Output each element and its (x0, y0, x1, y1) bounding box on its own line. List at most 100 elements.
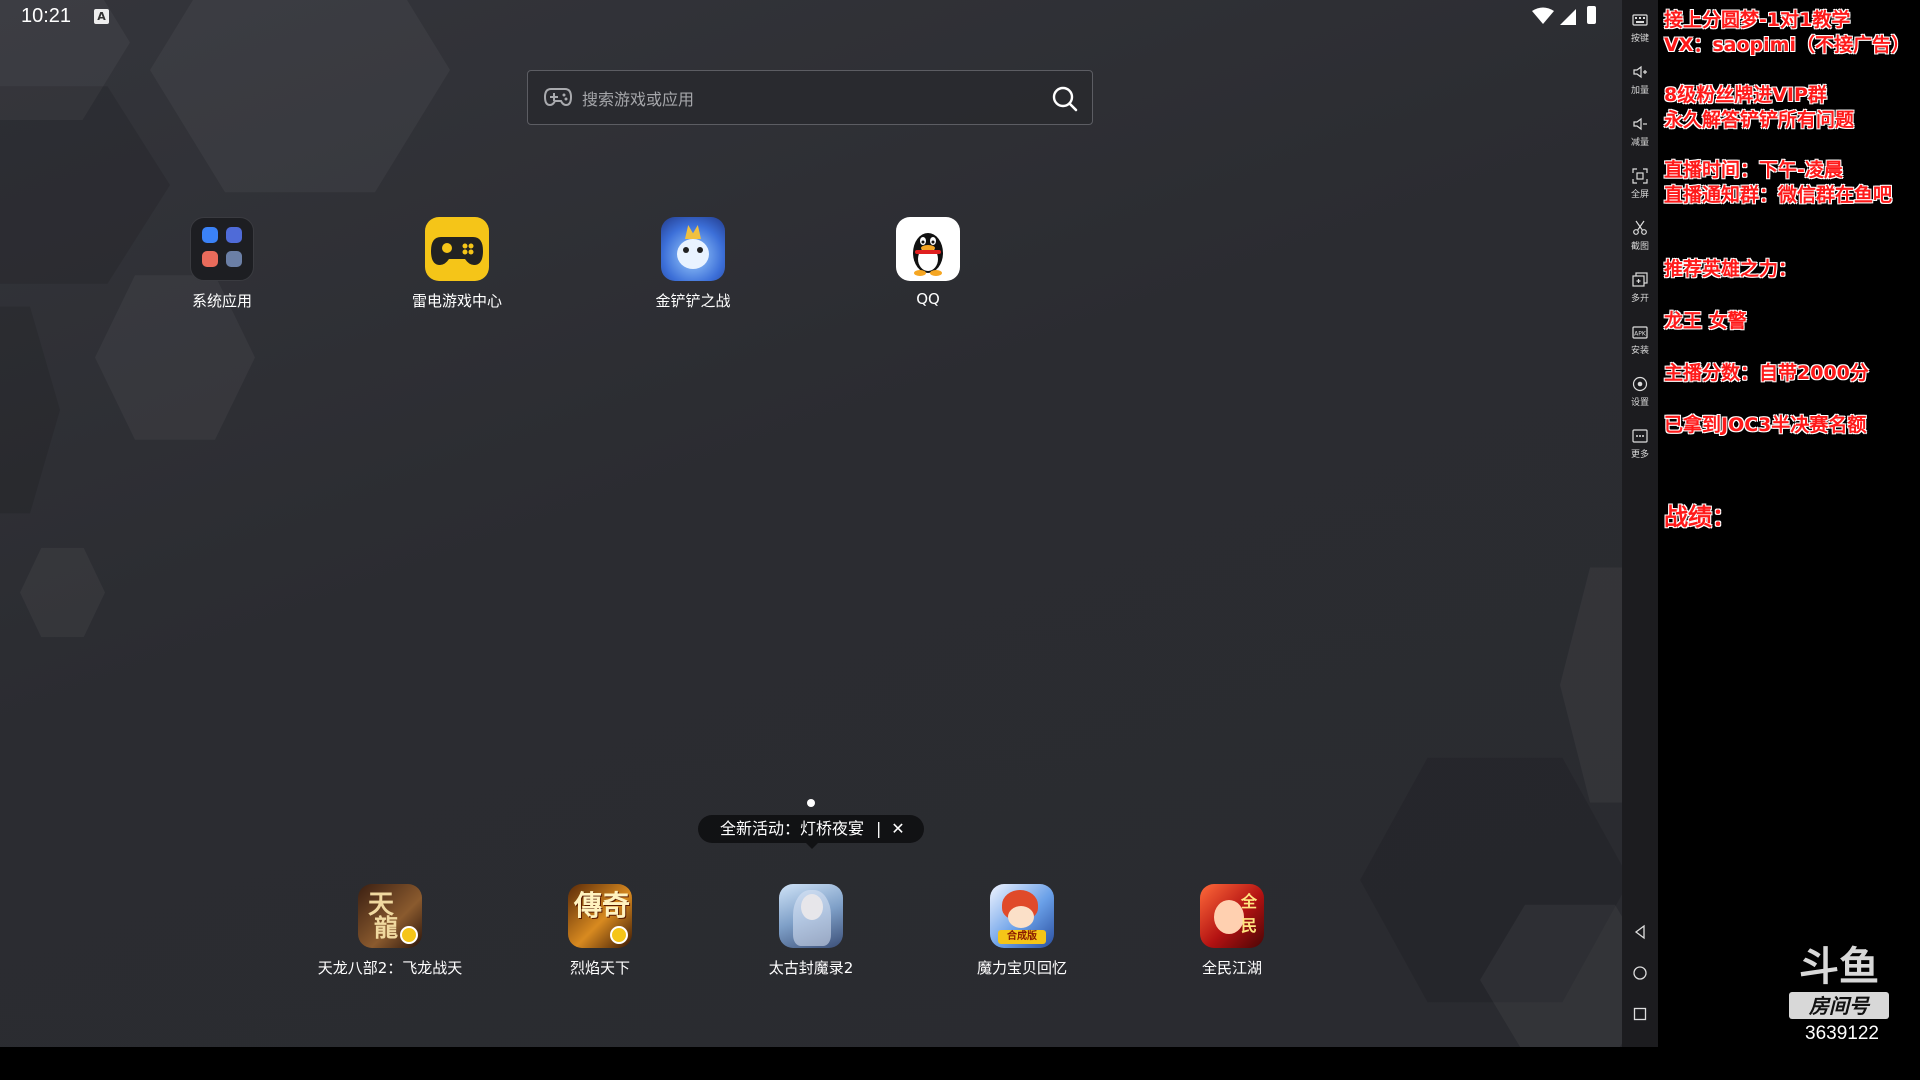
settings-icon (1632, 376, 1648, 392)
app-label: 雷电游戏中心 (411, 292, 502, 310)
app-system-apps[interactable]: 系统应用 (132, 217, 312, 311)
battery-icon (1587, 6, 1596, 24)
scissors-icon (1633, 220, 1647, 235)
recents-icon (1633, 1007, 1647, 1021)
douyu-logo: 斗鱼 房间号 (1789, 944, 1889, 1019)
page-indicator-dot (807, 799, 815, 807)
toolbar-label: 减量 (1630, 138, 1649, 148)
status-time: 10:21 (21, 5, 72, 27)
game-center-icon (425, 217, 489, 281)
home-icon (1633, 966, 1647, 980)
overlay-text-line: 推荐英雄之力： (1664, 258, 1798, 280)
moli-badge: 合成版 (998, 930, 1046, 944)
moli-icon: 合成版 (990, 884, 1054, 948)
app-label: 金铲铲之战 (655, 292, 731, 310)
dock-app-lieyan[interactable]: 傳奇 烈焰天下 (510, 884, 690, 978)
nav-home-button[interactable] (1622, 965, 1658, 985)
app-label: QQ (916, 290, 940, 308)
search-bar[interactable] (527, 70, 1093, 125)
overlay-text-line: VX：saopimi（不接广告） (1664, 34, 1910, 56)
toolbar-label: 更多 (1630, 450, 1649, 460)
lieyan-icon-text: 傳奇 (574, 889, 631, 922)
toolbar-screenshot-button[interactable]: 截图 (1622, 220, 1658, 252)
dock-app-quanmin[interactable]: 全民 全民江湖 (1142, 884, 1322, 978)
promo-separator: | (876, 819, 882, 838)
overlay-text-line: 8级粉丝牌进VIP群 (1664, 84, 1827, 106)
system-apps-folder-icon (190, 217, 254, 281)
toolbar-fullscreen-button[interactable]: 全屏 (1622, 168, 1658, 200)
app-label: 魔力宝贝回忆 (976, 959, 1067, 977)
toolbar-label: 按键 (1630, 34, 1649, 44)
lieyan-icon: 傳奇 (568, 884, 632, 948)
fullscreen-icon (1632, 168, 1648, 184)
overlay-text-line: 直播通知群：微信群在鱼吧 (1664, 184, 1893, 206)
dock-app-tianlong[interactable]: 天 龍 天龙八部2：飞龙战天 (300, 884, 480, 978)
qq-penguin-icon (896, 217, 960, 281)
more-icon (1632, 429, 1648, 443)
quanmin-icon: 全民 (1200, 884, 1264, 948)
toolbar-volume-up-button[interactable]: 加量 (1622, 64, 1658, 96)
room-number: 3639122 (1805, 1023, 1879, 1044)
app-game-center[interactable]: 雷电游戏中心 (367, 217, 547, 311)
wifi-icon (1532, 7, 1554, 24)
overlay-text-line: 已拿到JOC3半决赛名额 (1664, 414, 1867, 436)
promo-close-icon[interactable]: ✕ (888, 815, 908, 843)
toolbar-label: 截图 (1630, 242, 1649, 252)
signal-icon (1560, 9, 1576, 25)
emulator-toolbar: 按键 加量 减量 全屏 截图 多开 APK 安装 设置 更多 (1622, 0, 1658, 1047)
volume-down-icon (1633, 117, 1647, 131)
overlay-text-line: 接上分圆梦-1对1教学 (1664, 9, 1851, 31)
promo-bubble[interactable]: 全新活动：灯桥夜宴 | ✕ (698, 815, 924, 843)
toolbar-label: 多开 (1630, 294, 1649, 304)
toolbar-keymap-button[interactable]: 按键 (1622, 12, 1658, 44)
promo-bubble-tail (806, 843, 818, 849)
search-input[interactable] (580, 85, 1024, 113)
dock-app-taigu[interactable]: 太古封魔录2 (721, 884, 901, 978)
svg-text:APK: APK (1634, 331, 1647, 338)
overlay-text-line: 龙王 女警 (1664, 310, 1747, 332)
taigu-icon (779, 884, 843, 948)
emulator-screen: 10:21 A 系统应用 (0, 0, 1622, 1047)
app-label: 天龙八部2：飞龙战天 (317, 959, 463, 977)
quanmin-icon-text: 全民 (1240, 892, 1257, 935)
toolbar-label: 全屏 (1630, 190, 1649, 200)
multi-instance-icon (1632, 272, 1648, 287)
app-label: 太古封魔录2 (768, 959, 854, 977)
app-label: 全民江湖 (1201, 959, 1262, 977)
toolbar-label: 设置 (1630, 398, 1649, 408)
app-label: 系统应用 (191, 292, 252, 310)
bottom-black-bar (0, 1047, 1920, 1080)
douyu-room-label: 房间号 (1808, 994, 1871, 1018)
app-label: 烈焰天下 (569, 959, 630, 977)
toolbar-settings-button[interactable]: 设置 (1622, 376, 1658, 408)
dock-app-moli[interactable]: 合成版 魔力宝贝回忆 (932, 884, 1112, 978)
search-icon[interactable] (1051, 85, 1079, 113)
bg-hexagon (20, 547, 105, 638)
tft-game-icon (661, 217, 725, 281)
status-bar: 10:21 A (0, 0, 1622, 34)
toolbar-install-apk-button[interactable]: APK 安装 (1622, 324, 1658, 356)
toolbar-label: 加量 (1630, 86, 1649, 96)
overlay-text-line: 永久解答铲铲所有问题 (1664, 109, 1855, 131)
keyboard-icon (1632, 14, 1648, 26)
back-icon (1634, 924, 1645, 940)
install-apk-icon: APK (1632, 326, 1648, 339)
promo-text: 全新活动：灯桥夜宴 (720, 819, 865, 838)
volume-up-icon (1633, 65, 1647, 79)
notification-a-icon: A (94, 9, 109, 24)
toolbar-label: 安装 (1630, 346, 1649, 356)
nav-recents-button[interactable] (1622, 1006, 1658, 1026)
douyu-logo-text: 斗鱼 (1799, 944, 1879, 990)
toolbar-volume-down-button[interactable]: 减量 (1622, 116, 1658, 148)
toolbar-more-button[interactable]: 更多 (1622, 428, 1658, 460)
stream-overlay-panel: 接上分圆梦-1对1教学 VX：saopimi（不接广告） 8级粉丝牌进VIP群 … (1658, 0, 1920, 1047)
toolbar-multi-instance-button[interactable]: 多开 (1622, 272, 1658, 304)
bg-hexagon (0, 306, 60, 514)
nav-back-button[interactable] (1622, 924, 1658, 944)
overlay-text-line: 直播时间：下午-凌晨 (1664, 159, 1843, 181)
overlay-text-line: 主播分数：自带2000分 (1664, 362, 1869, 384)
overlay-text-line: 战绩： (1664, 503, 1736, 531)
app-qq[interactable]: QQ (838, 217, 1018, 308)
tianlong-icon: 天 龍 (358, 884, 422, 948)
app-jinchanchan[interactable]: 金铲铲之战 (603, 217, 783, 311)
